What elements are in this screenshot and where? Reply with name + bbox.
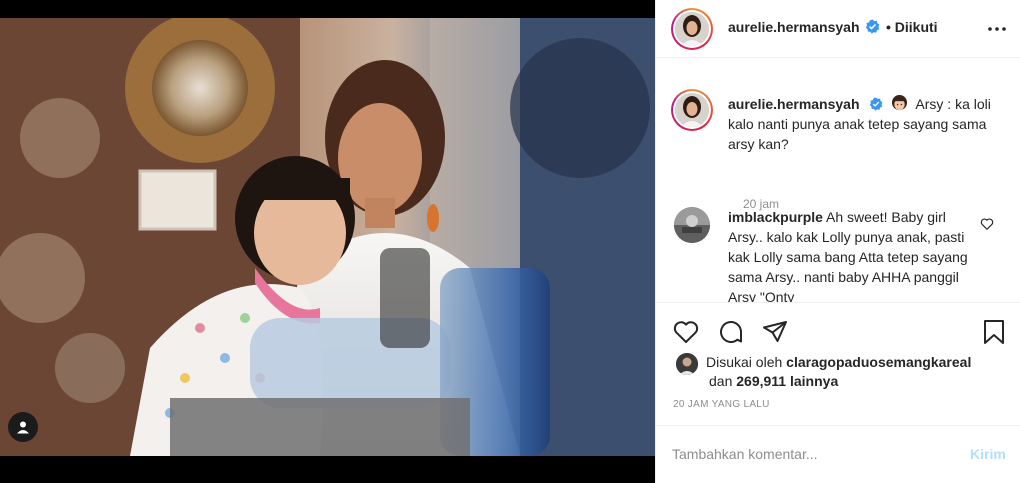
- post-comment-button[interactable]: Kirim: [970, 446, 1006, 462]
- caption-username[interactable]: aurelie.hermansyah: [728, 96, 860, 112]
- likes-prefix: Disukai oleh: [706, 354, 783, 370]
- comment-input[interactable]: [672, 443, 952, 465]
- post-photo[interactable]: [0, 18, 655, 456]
- author-avatar[interactable]: [671, 8, 713, 50]
- liker-avatar[interactable]: [676, 353, 698, 375]
- caption-text-block: aurelie.hermansyah Arsy : ka loli kalo n…: [728, 94, 1008, 154]
- comments-list[interactable]: aurelie.hermansyah Arsy : ka loli kalo n…: [656, 59, 1020, 303]
- liker-username[interactable]: claragopaduosemangkareal: [786, 354, 971, 370]
- heart-icon[interactable]: [672, 318, 700, 346]
- user-tag-icon: [17, 421, 29, 434]
- heart-icon[interactable]: [980, 217, 994, 231]
- follow-status-button[interactable]: • Diikuti: [886, 19, 938, 35]
- avatar-image: [674, 207, 710, 243]
- paper-plane-icon[interactable]: [761, 318, 789, 346]
- bookmark-icon[interactable]: [980, 318, 1008, 346]
- likes-count: 269,911: [736, 373, 787, 389]
- avatar-image: [675, 93, 709, 127]
- verified-badge-icon: [870, 97, 883, 111]
- post-media-area: [0, 0, 655, 483]
- verified-badge-icon: [865, 19, 880, 34]
- comment-text-block: imblackpurple Ah sweet! Baby girl Arsy..…: [728, 207, 978, 302]
- caption-author-avatar[interactable]: [671, 89, 713, 131]
- likes-suffix: lainnya: [789, 373, 839, 389]
- avatar-image: [675, 12, 709, 46]
- post-timestamp[interactable]: 20 JAM YANG LALU: [673, 399, 770, 410]
- comment-bubble-icon[interactable]: [717, 318, 745, 346]
- post-header: aurelie.hermansyah • Diikuti: [656, 0, 1020, 58]
- more-options-icon[interactable]: [986, 20, 1008, 38]
- post-action-bar: [656, 304, 1020, 360]
- girl-emoji-icon: [892, 95, 908, 111]
- tagged-users-button[interactable]: [8, 412, 38, 442]
- avatar-image: [676, 353, 698, 375]
- author-username[interactable]: aurelie.hermansyah: [728, 19, 860, 35]
- add-comment-form: Kirim: [656, 425, 1020, 483]
- likes-and: dan: [709, 373, 733, 389]
- commenter-username[interactable]: imblackpurple: [728, 209, 823, 225]
- likes-count-link[interactable]: 269,911 lainnya: [736, 373, 838, 389]
- photo-illustration: [0, 18, 655, 456]
- commenter-avatar[interactable]: [674, 207, 710, 243]
- post-side-panel: aurelie.hermansyah • Diikuti aurelie.her…: [655, 0, 1020, 483]
